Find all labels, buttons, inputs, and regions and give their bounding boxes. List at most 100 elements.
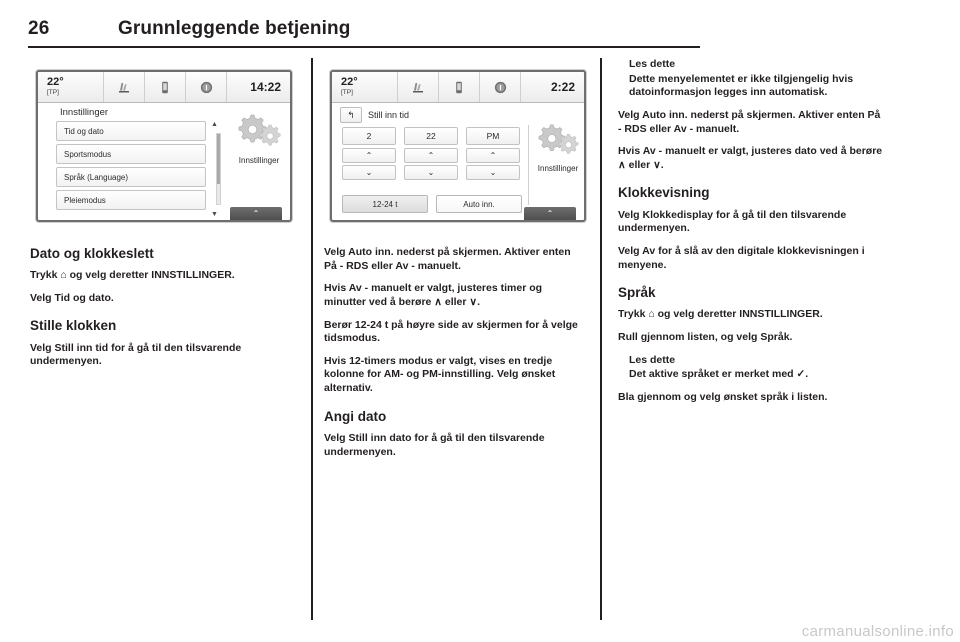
column-separator-1 (311, 58, 313, 620)
screen2-tp-indicator: [TP] (341, 88, 353, 96)
ampm-value: PM (466, 127, 520, 145)
note-title: Les dette (629, 353, 676, 366)
column-3: Les dette Dette menyelementet er ikke ti… (618, 58, 886, 414)
screen1-home-bar[interactable]: ⌃ (230, 207, 282, 220)
gear-icon (238, 114, 281, 146)
paragraph: Bla gjennom og velg ønsket språk i liste… (618, 390, 828, 403)
screen2-menu-title: Still inn tid (368, 110, 410, 120)
screen1-temperature-area: 22° [TP] (38, 72, 104, 102)
screen1-right-label: Innstillinger (238, 156, 280, 165)
screen1-menu-list: Tid og dato Sportsmodus Språk (Language)… (56, 121, 206, 213)
section-heading-language: Språk (618, 285, 656, 301)
screen1-temperature: 22° (47, 75, 64, 88)
header-rule (28, 46, 700, 48)
screen1-scrollbar-thumb[interactable] (217, 134, 220, 184)
paragraph: Rull gjennom listen, og velg Språk. (618, 331, 793, 344)
screen2-button-row: 12-24 t Auto inn. (342, 195, 522, 213)
minute-value: 22 (404, 127, 458, 145)
chevron-up-icon: ⌃ (252, 209, 260, 218)
screen1-right-panel: Innstillinger (230, 111, 288, 165)
screen1-clock: 14:22 (250, 80, 281, 94)
paragraph: Berør 12-24 t på høyre side av skjermen … (324, 318, 578, 345)
time-format-button[interactable]: 12-24 t (342, 195, 428, 213)
note-title: Les dette (629, 58, 676, 70)
screen1-status-bar: 22° [TP] 14:22 (38, 72, 290, 103)
hour-decrement-button[interactable]: ⌄ (342, 165, 396, 180)
infotainment-screen-1-figure: 22° [TP] 14:22 Innstillinger Tid og dato… (30, 58, 298, 232)
minute-increment-button[interactable]: ⌃ (404, 148, 458, 163)
back-icon[interactable]: ↰ (340, 107, 362, 123)
column-2: 22° [TP] 2:22 ↰ Still inn tid 2 ⌃ ⌄ 22 ⌃… (324, 58, 586, 468)
phone-icon[interactable] (145, 72, 186, 102)
paragraph: Hvis Av - manuelt er valgt, justeres tim… (324, 282, 543, 308)
info-icon[interactable] (186, 72, 227, 102)
paragraph: Trykk ⌂ og velg deretter INNSTILLINGER. (618, 308, 823, 321)
note-block: Les dette Det aktive språket er merket m… (618, 354, 886, 382)
auto-set-button[interactable]: Auto inn. (436, 195, 522, 213)
screen1-tp-indicator: [TP] (47, 88, 59, 96)
screen2-temperature: 22° (341, 75, 358, 88)
infotainment-screen-2-figure: 22° [TP] 2:22 ↰ Still inn tid 2 ⌃ ⌄ 22 ⌃… (324, 58, 586, 232)
list-item[interactable]: Pleiemodus (56, 190, 206, 210)
seat-heating-icon-glyph (119, 83, 129, 93)
page-number: 26 (28, 18, 50, 39)
quantity-stepper[interactable]: 22 ⌃ ⌄ (404, 127, 458, 182)
infotainment-screen-2: 22° [TP] 2:22 ↰ Still inn tid 2 ⌃ ⌄ 22 ⌃… (330, 70, 586, 222)
list-item[interactable]: Språk (Language) (56, 167, 206, 187)
screen1-body: Innstillinger Tid og dato Sportsmodus Sp… (38, 103, 290, 220)
ampm-decrement-button[interactable]: ⌄ (466, 165, 520, 180)
hour-value: 2 (342, 127, 396, 145)
chevron-up-icon: ⌃ (546, 209, 554, 218)
info-icon-glyph (494, 81, 506, 93)
paragraph: Hvis Av - manuelt er valgt, justeres dat… (618, 145, 883, 171)
paragraph: Velg Auto inn. nederst på skjermen. Akti… (618, 108, 881, 135)
quantity-stepper[interactable]: PM ⌃ ⌄ (466, 127, 520, 182)
ampm-increment-button[interactable]: ⌃ (466, 148, 520, 163)
watermark: carmanualsonline.info (801, 623, 954, 640)
screen2-body: ↰ Still inn tid 2 ⌃ ⌄ 22 ⌃ ⌄ PM ⌃ ⌄ 12-2… (332, 103, 584, 220)
note-block: Les dette Dette menyelementet er ikke ti… (618, 58, 886, 100)
screen2-right-panel: Innstillinger (532, 121, 584, 173)
note-body: Dette menyelementet er ikke tilgjengelig… (629, 72, 854, 99)
info-icon[interactable] (480, 72, 521, 102)
scroll-up-icon[interactable]: ▲ (211, 121, 218, 128)
paragraph: Velg Av for å slå av den digitale klokke… (618, 244, 865, 271)
paragraph: Velg Still inn dato for å gå til den til… (324, 431, 545, 458)
seat-heating-icon[interactable] (104, 72, 145, 102)
paragraph: Hvis 12-timers modus er valgt, vises en … (324, 354, 556, 395)
paragraph: Velg Auto inn. nederst på skjermen. Akti… (324, 246, 571, 272)
seat-heating-icon-glyph (413, 83, 423, 93)
scroll-down-icon[interactable]: ▼ (211, 211, 218, 218)
page-header: 26 Grunnleggende betjening (28, 18, 928, 48)
section-heading-date-time: Dato og klokkeslett (30, 246, 154, 261)
infotainment-screen-1: 22° [TP] 14:22 Innstillinger Tid og dato… (36, 70, 292, 222)
gear-icon (538, 124, 579, 154)
seat-heating-icon[interactable] (398, 72, 439, 102)
screen2-clock: 2:22 (550, 80, 575, 94)
screen1-menu-title: Innstillinger (60, 107, 109, 118)
screen2-header-row: ↰ Still inn tid (340, 107, 409, 123)
screen2-home-bar[interactable]: ⌃ (524, 207, 576, 220)
list-item[interactable]: Sportsmodus (56, 144, 206, 164)
phone-icon-glyph (162, 81, 168, 93)
phone-icon[interactable] (439, 72, 480, 102)
column-1: 22° [TP] 14:22 Innstillinger Tid og dato… (30, 58, 298, 378)
minute-decrement-button[interactable]: ⌄ (404, 165, 458, 180)
paragraph: Trykk ⌂ og velg deretter INNSTILLINGER. (30, 269, 235, 282)
manual-page: 26 Grunnleggende betjening 22° [TP] 14:2… (0, 0, 960, 642)
note-body: Det aktive språket er merket med ✓. (629, 368, 809, 381)
paragraph: Velg Still inn tid for å gå til den tils… (30, 341, 242, 368)
hour-increment-button[interactable]: ⌃ (342, 148, 396, 163)
section-heading-set-clock: Stille klokken (30, 318, 117, 334)
column-separator-2 (600, 58, 602, 620)
quantity-stepper[interactable]: 2 ⌃ ⌄ (342, 127, 396, 182)
section-heading-clock-display: Klokkevisning (618, 185, 710, 201)
section-heading-set-date: Angi dato (324, 408, 387, 424)
list-item[interactable]: Tid og dato (56, 121, 206, 141)
phone-icon-glyph (456, 81, 462, 93)
screen2-temperature-area: 22° [TP] (332, 72, 398, 102)
info-icon-glyph (200, 81, 212, 93)
screen2-right-label: Innstillinger (537, 164, 579, 173)
screen2-time-steppers: 2 ⌃ ⌄ 22 ⌃ ⌄ PM ⌃ ⌄ (342, 127, 520, 182)
paragraph: Velg Klokkedisplay for å gå til den tils… (618, 208, 847, 235)
